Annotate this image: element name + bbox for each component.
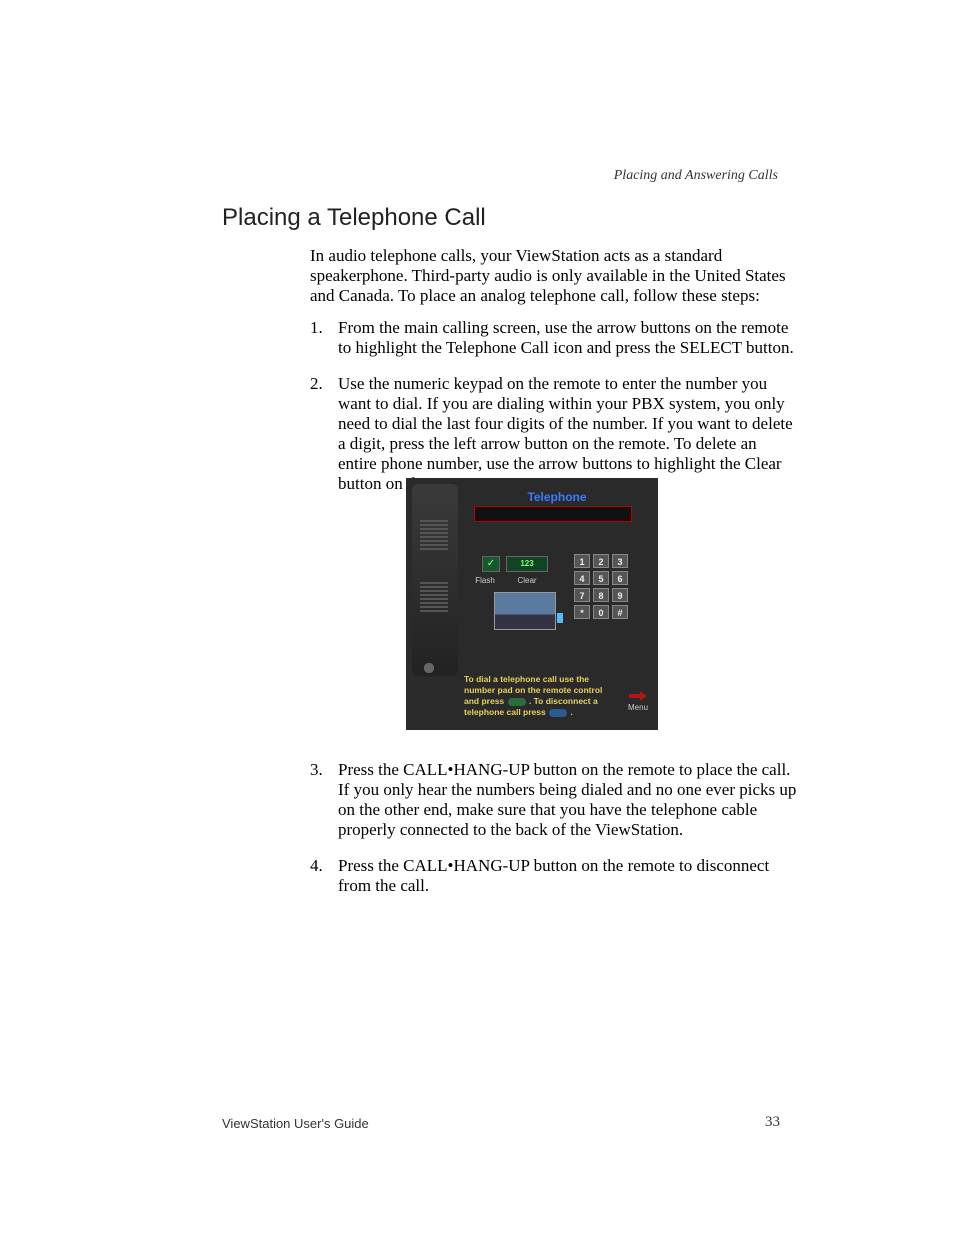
- key-7: 7: [574, 588, 590, 602]
- list-number: 2.: [310, 374, 338, 494]
- instr-line: and press: [464, 696, 507, 706]
- key-hash: #: [612, 605, 628, 619]
- key-4: 4: [574, 571, 590, 585]
- screenshot-title: Telephone: [466, 490, 648, 504]
- list-text: Press the CALL•HANG-UP button on the rem…: [338, 760, 798, 840]
- call-button-icon: [508, 698, 526, 706]
- list-item: 1. From the main calling screen, use the…: [310, 318, 798, 358]
- back-arrow-icon: [629, 691, 647, 701]
- instr-line: To dial a telephone call use the: [464, 674, 589, 684]
- key-6: 6: [612, 571, 628, 585]
- clear-button: Clear: [510, 576, 544, 586]
- instr-line: telephone call press: [464, 707, 548, 717]
- key-9: 9: [612, 588, 628, 602]
- telephone-screenshot: Telephone ✓ 123 Flash Clear 1 2 3 4 5 6 …: [406, 478, 658, 730]
- list-number: 3.: [310, 760, 338, 840]
- key-5: 5: [593, 571, 609, 585]
- footer-page-number: 33: [765, 1114, 780, 1131]
- screenshot-instructions: To dial a telephone call use the number …: [464, 674, 622, 718]
- flash-button: Flash: [468, 576, 502, 586]
- number-display: 123: [506, 556, 548, 572]
- handset-icon: [412, 484, 458, 676]
- key-1: 1: [574, 554, 590, 568]
- key-3: 3: [612, 554, 628, 568]
- key-8: 8: [593, 588, 609, 602]
- instr-line: . To disconnect a: [527, 696, 598, 706]
- list-item: 3. Press the CALL•HANG-UP button on the …: [310, 760, 798, 840]
- hangup-button-icon: [549, 709, 567, 717]
- menu-label: Menu: [628, 703, 648, 712]
- instr-line: number pad on the remote control: [464, 685, 602, 695]
- number-input-field: [474, 506, 632, 522]
- section-title: Placing a Telephone Call: [222, 204, 486, 232]
- list-number: 1.: [310, 318, 338, 358]
- list-text: Use the numeric keypad on the remote to …: [338, 374, 798, 494]
- instr-line: .: [568, 707, 573, 717]
- list-text: Press the CALL•HANG-UP button on the rem…: [338, 856, 798, 896]
- list-item: 2. Use the numeric keypad on the remote …: [310, 374, 798, 494]
- chapter-header: Placing and Answering Calls: [614, 168, 778, 184]
- menu-button: Menu: [628, 691, 648, 712]
- list-number: 4.: [310, 856, 338, 896]
- footer-guide-title: ViewStation User's Guide: [222, 1116, 369, 1131]
- steps-list-bottom: 3. Press the CALL•HANG-UP button on the …: [310, 760, 798, 912]
- microphone-icon: [418, 662, 440, 674]
- check-button: ✓: [482, 556, 500, 572]
- key-0: 0: [593, 605, 609, 619]
- key-2: 2: [593, 554, 609, 568]
- list-item: 4. Press the CALL•HANG-UP button on the …: [310, 856, 798, 896]
- video-preview-icon: [494, 592, 556, 630]
- list-text: From the main calling screen, use the ar…: [338, 318, 798, 358]
- keypad: 1 2 3 4 5 6 7 8 9 * 0 #: [574, 554, 628, 619]
- key-star: *: [574, 605, 590, 619]
- page: Placing and Answering Calls Placing a Te…: [0, 0, 954, 1235]
- intro-paragraph: In audio telephone calls, your ViewStati…: [310, 246, 786, 306]
